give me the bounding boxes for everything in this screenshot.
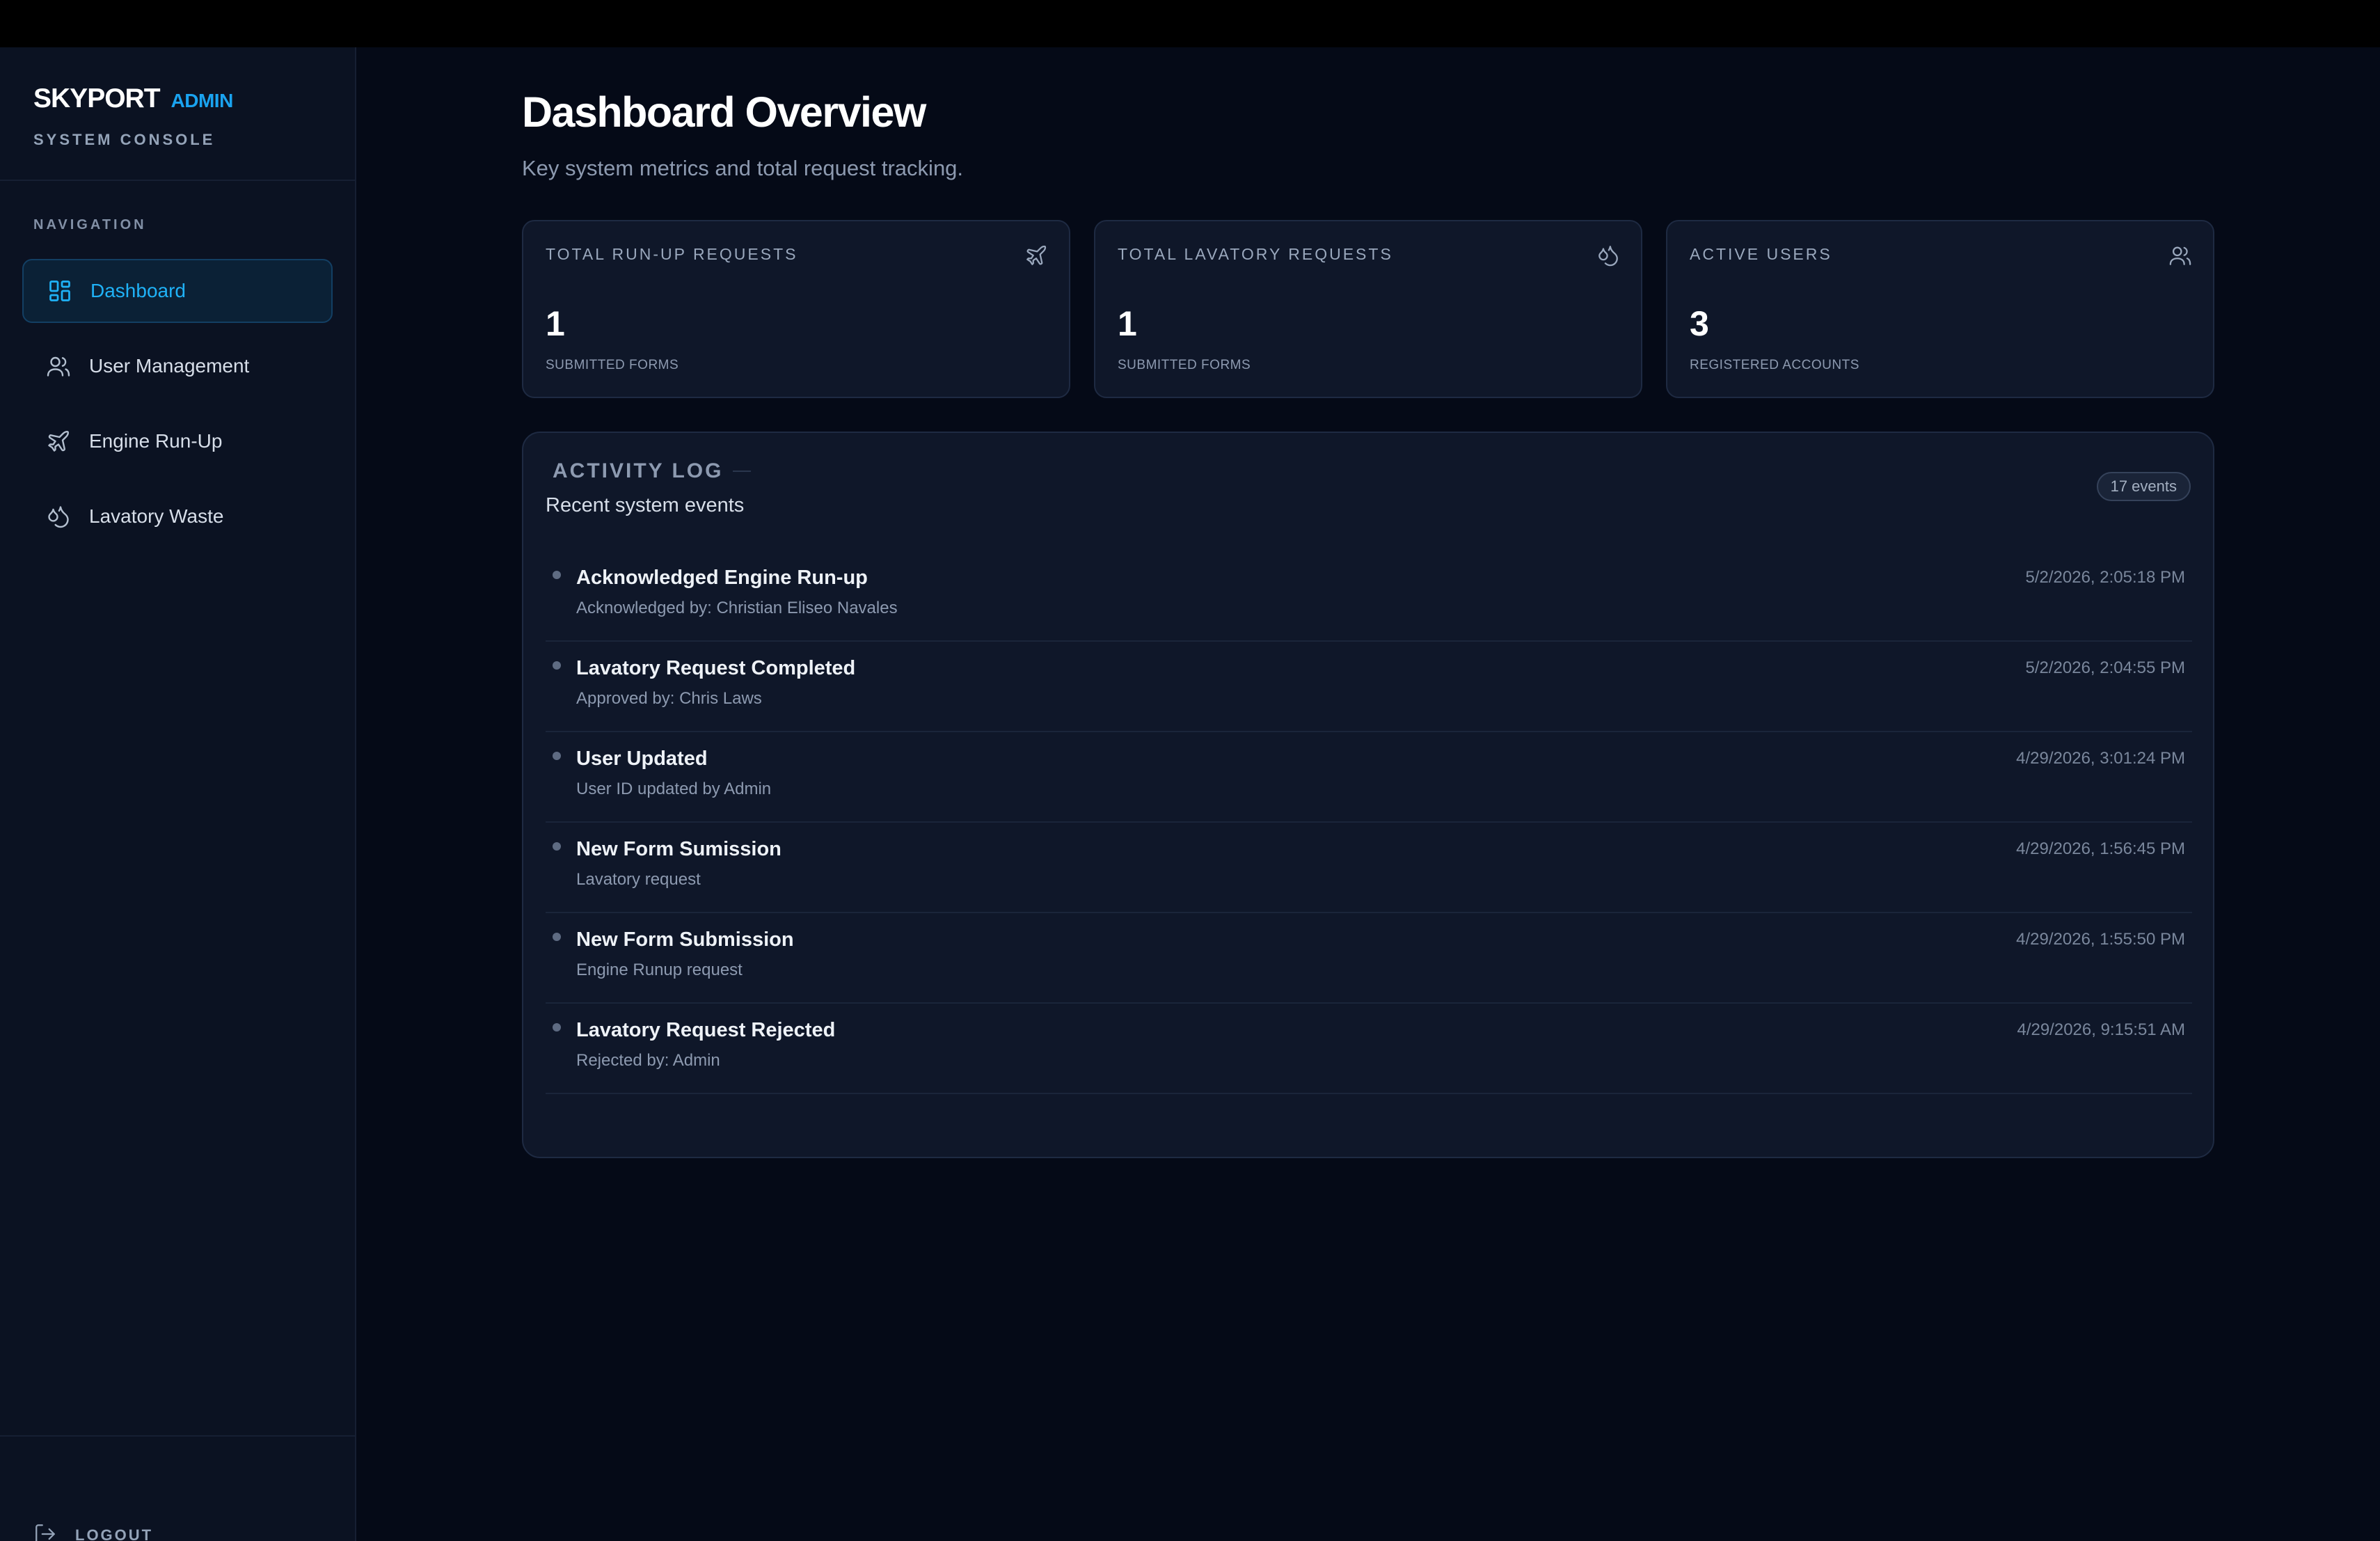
activity-log-panel: ACTIVITY LOG Recent system events 17 eve… <box>522 432 2214 1158</box>
sidebar-item-engine-run-up[interactable]: Engine Run-Up <box>22 409 333 473</box>
plane-icon <box>1024 244 1048 267</box>
activity-item-detail: User ID updated by Admin <box>576 780 772 798</box>
activity-subtitle: Recent system events <box>546 494 745 516</box>
status-dot <box>553 842 561 851</box>
activity-item-detail: Lavatory request <box>576 870 701 889</box>
activity-item-title: User Updated <box>576 748 708 770</box>
sidebar-divider <box>0 180 355 181</box>
sidebar-item-user-management[interactable]: User Management <box>22 334 333 398</box>
logout-icon <box>33 1522 57 1541</box>
events-count-badge: 17 events <box>2096 472 2191 501</box>
sidebar-item-dashboard[interactable]: Dashboard <box>22 259 333 323</box>
page-title: Dashboard Overview <box>522 88 926 136</box>
brand-name: SKYPORT <box>33 84 161 113</box>
status-dot <box>553 571 561 579</box>
activity-item-time: 5/2/2026, 2:05:18 PM <box>2025 568 2186 587</box>
activity-item-title: Acknowledged Engine Run-up <box>576 567 868 589</box>
sidebar: SKYPORT ADMIN SYSTEM CONSOLE NAVIGATION … <box>0 47 356 1541</box>
sidebar-item-lavatory-waste[interactable]: Lavatory Waste <box>22 484 333 548</box>
plane-icon <box>45 427 72 455</box>
stat-card-active-users: ACTIVE USERS 3 REGISTERED ACCOUNTS <box>1666 220 2214 398</box>
activity-item-time: 4/29/2026, 3:01:24 PM <box>2016 749 2185 768</box>
stat-card-run-up: TOTAL RUN-UP REQUESTS 1 SUBMITTED FORMS <box>522 220 1070 398</box>
logout-label: LOGOUT <box>75 1526 154 1541</box>
stat-label: ACTIVE USERS <box>1690 245 1832 263</box>
sidebar-item-label: Lavatory Waste <box>89 505 224 527</box>
status-dot <box>553 661 561 670</box>
activity-item[interactable]: New Form Submission Engine Runup request… <box>546 913 2192 1004</box>
activity-item[interactable]: User Updated User ID updated by Admin 4/… <box>546 732 2192 823</box>
sidebar-divider <box>0 1435 355 1437</box>
droplets-icon <box>45 503 72 530</box>
stat-value: 1 <box>1118 304 1137 343</box>
activity-item-title: New Form Submission <box>576 928 794 951</box>
stat-value: 1 <box>546 304 565 343</box>
activity-item[interactable]: Lavatory Request Completed Approved by: … <box>546 642 2192 732</box>
activity-title: ACTIVITY LOG <box>553 459 724 482</box>
droplets-icon <box>1596 244 1620 267</box>
brand-subtitle: SYSTEM CONSOLE <box>33 131 216 148</box>
activity-item-detail: Approved by: Chris Laws <box>576 689 762 708</box>
activity-item-time: 4/29/2026, 1:56:45 PM <box>2016 839 2185 858</box>
activity-title-row: ACTIVITY LOG <box>553 459 752 483</box>
logout-button[interactable]: LOGOUT <box>33 1520 153 1541</box>
dashboard-icon <box>46 277 74 305</box>
activity-item[interactable]: Lavatory Request Rejected Rejected by: A… <box>546 1004 2192 1094</box>
status-dot <box>553 933 561 941</box>
stat-value: 3 <box>1690 304 1709 343</box>
activity-item-detail: Rejected by: Admin <box>576 1051 720 1070</box>
activity-item-title: Lavatory Request Rejected <box>576 1019 836 1041</box>
sidebar-item-label: Dashboard <box>90 280 186 301</box>
users-icon <box>45 352 72 380</box>
activity-item-title: Lavatory Request Completed <box>576 657 856 679</box>
page-subtitle: Key system metrics and total request tra… <box>522 156 964 180</box>
brand: SKYPORT ADMIN SYSTEM CONSOLE <box>33 84 233 149</box>
title-accent-line <box>733 471 752 472</box>
activity-item[interactable]: Acknowledged Engine Run-up Acknowledged … <box>546 551 2192 642</box>
activity-item-time: 4/29/2026, 1:55:50 PM <box>2016 930 2185 949</box>
nav-heading: NAVIGATION <box>33 217 147 232</box>
sidebar-item-label: User Management <box>89 355 250 377</box>
activity-item-time: 4/29/2026, 9:15:51 AM <box>2017 1020 2185 1039</box>
activity-list: Acknowledged Engine Run-up Acknowledged … <box>546 551 2192 1094</box>
window-top-bar <box>0 0 2380 47</box>
activity-item-detail: Acknowledged by: Christian Eliseo Navale… <box>576 599 898 617</box>
activity-item[interactable]: New Form Sumission Lavatory request 4/29… <box>546 823 2192 913</box>
status-dot <box>553 1023 561 1032</box>
stat-label: TOTAL RUN-UP REQUESTS <box>546 245 798 263</box>
stat-caption: SUBMITTED FORMS <box>1118 358 1251 372</box>
activity-item-detail: Engine Runup request <box>576 961 743 979</box>
sidebar-item-label: Engine Run-Up <box>89 430 223 452</box>
stat-caption: SUBMITTED FORMS <box>546 358 679 372</box>
brand-tag: ADMIN <box>170 90 234 111</box>
stat-caption: REGISTERED ACCOUNTS <box>1690 358 1859 372</box>
activity-item-time: 5/2/2026, 2:04:55 PM <box>2025 658 2186 677</box>
users-icon <box>2168 244 2192 267</box>
stat-label: TOTAL LAVATORY REQUESTS <box>1118 245 1393 263</box>
stat-card-lavatory: TOTAL LAVATORY REQUESTS 1 SUBMITTED FORM… <box>1094 220 1642 398</box>
activity-item-title: New Form Sumission <box>576 838 782 860</box>
status-dot <box>553 752 561 760</box>
